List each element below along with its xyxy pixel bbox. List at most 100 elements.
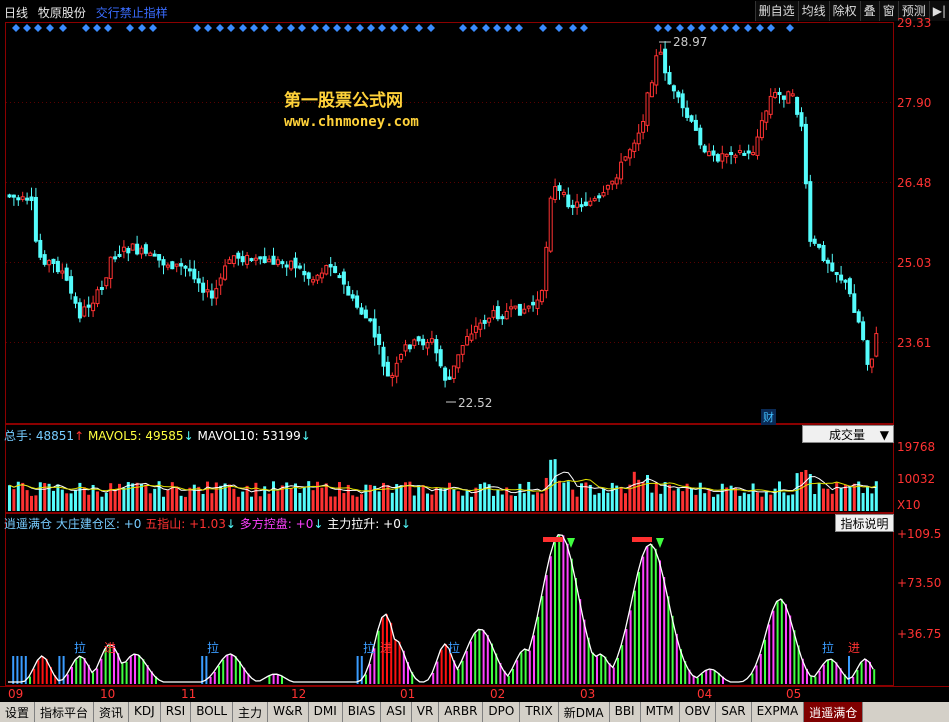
indicator-bar (268, 675, 271, 684)
tab-9[interactable]: BIAS (343, 702, 382, 722)
tab-3[interactable]: KDJ (129, 702, 161, 722)
indicator-bar (873, 669, 876, 684)
volume-indicator-select[interactable]: 成交量 ▼ (802, 425, 894, 443)
indicator-bars[interactable] (12, 534, 876, 684)
indicator-bar (234, 656, 237, 684)
volume-bar (597, 493, 601, 511)
candle-body (856, 311, 861, 323)
tab-6[interactable]: 主力 (233, 702, 269, 722)
tab-11[interactable]: VR (412, 702, 440, 722)
candle-body (443, 367, 448, 381)
indicator-axis-tick: +73.50 (897, 576, 941, 590)
volume-bar (808, 474, 812, 511)
volume-bar (364, 484, 368, 511)
candle-body (183, 265, 188, 269)
candle-body (711, 150, 716, 156)
volume-bar (228, 484, 231, 511)
candle-body (874, 333, 879, 357)
candlestick-series[interactable] (7, 41, 879, 388)
tab-2[interactable]: 资讯 (94, 702, 130, 722)
tab-7[interactable]: W&R (268, 702, 309, 722)
candle-body (152, 253, 157, 257)
indicator-help-button[interactable]: 指标说明 (835, 514, 894, 532)
indicator-tab-bar: 设置 指标平台 资讯 KDJ RSI BOLL 主力 W&R DMI BIAS ASI VR ARBR D… (0, 702, 949, 722)
candle-body (91, 302, 96, 312)
candle-body (627, 149, 632, 159)
tab-10[interactable]: ASI (381, 702, 412, 722)
indicator-bar (142, 659, 145, 684)
candle-body (830, 262, 835, 272)
tab-8[interactable]: DMI (309, 702, 343, 722)
volume-bar (56, 484, 60, 511)
chart-canvas[interactable]: 拉进拉拉进拉拉进 28.97 22.52 29.33 27.90 26.48 2… (0, 0, 949, 722)
volume-bar (210, 493, 214, 511)
tab-19[interactable]: SAR (716, 702, 752, 722)
candle-body (42, 254, 47, 265)
tab-0[interactable]: 设置 (0, 702, 36, 722)
signal-diamond (515, 24, 523, 32)
volume-bar (756, 492, 759, 511)
candle-body (504, 310, 509, 320)
signal-diamond (710, 24, 718, 32)
tab-13[interactable]: DPO (483, 702, 521, 722)
candle-body (113, 256, 118, 260)
candle-body (341, 271, 346, 285)
candle-body (315, 274, 320, 281)
tab-12[interactable]: ARBR (439, 702, 484, 722)
volume-bar (676, 488, 680, 511)
candle-body (108, 256, 113, 279)
date-tick: 04 (697, 687, 712, 701)
candle-body (350, 294, 355, 299)
volume-bar (672, 490, 676, 511)
candle-body (99, 287, 104, 291)
candle-body (746, 150, 751, 154)
signal-diamond (744, 24, 752, 32)
tab-5[interactable]: BOLL (191, 702, 234, 722)
volume-bar (206, 481, 209, 511)
candle-body (64, 267, 69, 281)
candle-body (174, 263, 179, 267)
volume-bar (122, 487, 126, 511)
tab-16[interactable]: BBI (610, 702, 641, 722)
volume-bar (830, 493, 834, 511)
finance-badge[interactable]: 财 (761, 409, 776, 425)
volume-bar (562, 482, 566, 511)
tab-1[interactable]: 指标平台 (35, 702, 95, 722)
volume-bar (641, 481, 645, 511)
indicator-mark-label: 进 (104, 641, 116, 655)
tab-20[interactable]: EXPMA (752, 702, 805, 722)
candle-body (416, 336, 421, 342)
indicator-bar (709, 669, 712, 684)
tab-4[interactable]: RSI (161, 702, 192, 722)
candle-body (135, 243, 140, 255)
volume-bar (272, 481, 275, 511)
indicator-bar (785, 604, 787, 684)
candle-body (531, 301, 536, 306)
indicator-bar (507, 676, 510, 684)
volume-bar (703, 493, 707, 511)
indicator-bar (121, 663, 124, 684)
tab-21[interactable]: 逍遥满仓 (804, 702, 864, 722)
indicator-bar (482, 629, 485, 684)
tab-17[interactable]: MTM (641, 702, 680, 722)
volume-bars[interactable] (8, 459, 878, 511)
volume-bar (82, 487, 86, 511)
signal-diamond (356, 24, 364, 32)
tab-18[interactable]: OBV (680, 702, 717, 722)
date-tick: 11 (181, 687, 196, 701)
tab-14[interactable]: TRIX (520, 702, 559, 722)
date-tick: 01 (400, 687, 415, 701)
volume-bar (179, 495, 183, 511)
tab-15[interactable]: 新DMA (559, 702, 610, 722)
volume-bar (690, 488, 693, 511)
candle-body (847, 278, 852, 295)
indicator-bar (37, 660, 40, 684)
volume-bar (100, 496, 104, 511)
volume-bar (646, 474, 649, 511)
candle-body (649, 82, 654, 98)
indicator-mark-label: 拉 (363, 640, 375, 655)
candle-body (566, 194, 571, 208)
candle-body (561, 191, 566, 195)
signal-diamond (287, 24, 295, 32)
volume-bar (632, 471, 636, 511)
